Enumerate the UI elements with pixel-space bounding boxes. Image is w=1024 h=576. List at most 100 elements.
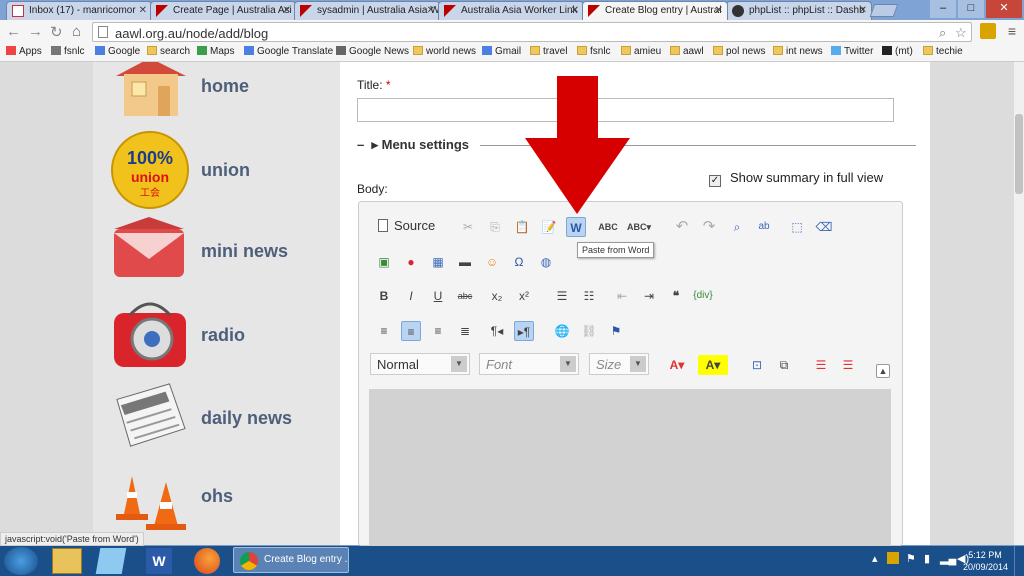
flash-icon[interactable]: ● bbox=[401, 252, 421, 272]
anchor-flag-icon[interactable]: ⚑ bbox=[606, 321, 626, 341]
spellcheck-icon[interactable]: ABC bbox=[598, 217, 618, 237]
bookmark-maps[interactable]: Maps bbox=[197, 46, 234, 57]
show-summary-checkbox[interactable]: ✓ Show summary in full view bbox=[709, 170, 883, 187]
undo-icon[interactable]: ↶ bbox=[672, 217, 692, 237]
justify-icon[interactable]: ≣ bbox=[455, 321, 475, 341]
file-explorer-icon[interactable] bbox=[52, 548, 82, 574]
bookmark-twitter[interactable]: Twitter bbox=[831, 46, 873, 57]
bookmark-google-news[interactable]: Google News bbox=[336, 46, 409, 57]
redo-icon[interactable]: ↷ bbox=[699, 217, 719, 237]
superscript-icon[interactable]: x² bbox=[514, 286, 534, 306]
bookmark-amieu[interactable]: amieu bbox=[621, 46, 661, 57]
word-icon[interactable]: W bbox=[146, 548, 172, 574]
tab-create-blog[interactable]: Create Blog entry | Austral ✕ bbox=[582, 1, 728, 20]
outdent-icon[interactable]: ⇤ bbox=[612, 286, 632, 306]
reload-icon[interactable]: ↻ bbox=[50, 23, 63, 41]
tab-aawl-home[interactable]: Australia Asia Worker Link ✕ bbox=[438, 1, 584, 20]
forward-icon[interactable]: → bbox=[28, 23, 43, 40]
blockquote-icon[interactable]: ❝ bbox=[666, 286, 686, 306]
eraser-icon[interactable]: ⌫ bbox=[814, 217, 834, 237]
checkbox[interactable]: ✓ bbox=[709, 175, 721, 187]
paste-icon[interactable]: 📋 bbox=[512, 217, 532, 237]
align-left-icon[interactable]: ≡ bbox=[374, 321, 394, 341]
bookmark-fsnlc[interactable]: fsnlc bbox=[51, 46, 85, 57]
bookmark-mt[interactable]: (mt) bbox=[882, 46, 913, 57]
close-icon[interactable]: ✕ bbox=[859, 5, 867, 16]
close-icon[interactable]: ✕ bbox=[139, 5, 147, 16]
back-icon[interactable]: ← bbox=[6, 23, 21, 40]
close-icon[interactable]: ✕ bbox=[283, 5, 291, 16]
bookmark-aawl[interactable]: aawl bbox=[670, 46, 704, 57]
paste-from-word-icon[interactable]: W bbox=[566, 217, 586, 237]
strikethrough-icon[interactable]: abc bbox=[455, 286, 475, 306]
collapse-toolbar-icon[interactable]: ▲ bbox=[876, 364, 890, 378]
scrollbar[interactable] bbox=[1013, 62, 1024, 545]
tab-create-page[interactable]: Create Page | Australia Asi ✕ bbox=[150, 1, 296, 20]
table-icon[interactable]: ▦ bbox=[428, 252, 448, 272]
sidebar-item-daily-news[interactable]: daily news bbox=[110, 380, 340, 450]
replace-icon[interactable]: ab bbox=[754, 217, 774, 237]
bookmark-gmail[interactable]: Gmail bbox=[482, 46, 521, 57]
bookmark-travel[interactable]: travel bbox=[530, 46, 567, 57]
bookmark-fsnlc-folder[interactable]: fsnlc bbox=[577, 46, 611, 57]
bookmark-techie[interactable]: techie bbox=[923, 46, 963, 57]
tab-phplist[interactable]: phpList :: phpList :: Dashb ✕ bbox=[726, 1, 872, 20]
close-icon[interactable]: ✕ bbox=[427, 5, 435, 16]
search-icon[interactable]: ⌕ bbox=[939, 25, 946, 41]
subscript-icon[interactable]: x₂ bbox=[487, 286, 507, 306]
unlink-icon[interactable]: ⛓ bbox=[579, 321, 599, 341]
align-right-icon[interactable]: ≡ bbox=[428, 321, 448, 341]
star-icon[interactable]: ☆ bbox=[955, 25, 967, 41]
cut-icon[interactable]: ✂ bbox=[458, 217, 478, 237]
smiley-icon[interactable]: ☺ bbox=[482, 252, 502, 272]
tray-flag-icon[interactable]: ▮ bbox=[924, 552, 930, 565]
text-direction-rtl-icon[interactable]: ¶◂ bbox=[487, 321, 507, 341]
tab-gmail[interactable]: Inbox (17) - manricomor ✕ bbox=[6, 1, 152, 20]
spellcheck-as-you-type-icon[interactable]: ABC▾ bbox=[627, 217, 651, 237]
scrollbar-thumb[interactable] bbox=[1015, 114, 1023, 194]
text-direction-ltr-icon[interactable]: ▸¶ bbox=[514, 321, 534, 341]
bookmark-google[interactable]: Google bbox=[95, 46, 140, 57]
sidebar-item-mini-news[interactable]: mini news bbox=[110, 215, 340, 285]
select-all-icon[interactable]: ⬚ bbox=[787, 217, 807, 237]
paste-text-icon[interactable]: 📝 bbox=[539, 217, 559, 237]
sidebar-item-union[interactable]: 100% union 工会 union bbox=[110, 130, 340, 209]
bookmark-world-news[interactable]: world news bbox=[413, 46, 476, 57]
sidebar-item-radio[interactable]: radio bbox=[110, 297, 340, 367]
show-blocks-icon[interactable]: ⧉ bbox=[774, 355, 794, 375]
find-icon[interactable]: ⌕ bbox=[727, 217, 747, 237]
url-text[interactable]: aawl.org.au/node/add/blog bbox=[115, 26, 268, 41]
clock[interactable]: 5:12 PM 20/09/2014 bbox=[963, 549, 1008, 573]
show-desktop-button[interactable] bbox=[1014, 546, 1024, 576]
numbered-list-icon[interactable]: ☰ bbox=[552, 286, 572, 306]
copy-icon[interactable]: ⎘ bbox=[485, 217, 505, 237]
bookmark-google-translate[interactable]: Google Translate bbox=[244, 46, 333, 57]
tray-network-icon[interactable]: ⚑ bbox=[906, 552, 916, 565]
editor-content-area[interactable] bbox=[369, 389, 891, 546]
new-tab-button[interactable] bbox=[869, 4, 899, 17]
bulleted-list-icon[interactable]: ☷ bbox=[579, 286, 599, 306]
bookmark-search[interactable]: search bbox=[147, 46, 190, 57]
start-button[interactable] bbox=[4, 547, 38, 575]
collapse-toggle[interactable]: – bbox=[357, 137, 364, 152]
tray-app-icon[interactable] bbox=[887, 552, 899, 564]
align-center-icon[interactable]: ≡ bbox=[401, 321, 421, 341]
horizontal-rule-icon[interactable]: ▬ bbox=[455, 252, 475, 272]
background-color-icon[interactable]: A▾ bbox=[698, 355, 728, 375]
maximize-icon[interactable]: ⊡ bbox=[747, 355, 767, 375]
font-select[interactable]: Font ▼ bbox=[479, 353, 579, 375]
sidebar-item-home[interactable]: home bbox=[110, 62, 340, 132]
address-bar[interactable]: aawl.org.au/node/add/blog ⌕ ☆ bbox=[92, 22, 972, 42]
page-break-icon[interactable]: ☰ bbox=[811, 355, 831, 375]
extension-icon[interactable] bbox=[980, 23, 996, 39]
special-character-icon[interactable]: Ω bbox=[509, 252, 529, 272]
close-icon[interactable]: ✕ bbox=[571, 5, 579, 16]
notepad-icon[interactable] bbox=[95, 548, 127, 574]
bold-icon[interactable]: B bbox=[374, 286, 394, 306]
teaser-break-icon[interactable]: ☰ bbox=[838, 355, 858, 375]
firefox-icon[interactable] bbox=[194, 548, 220, 574]
italic-icon[interactable]: I bbox=[401, 286, 421, 306]
div-container-icon[interactable]: {div} bbox=[693, 286, 713, 306]
text-color-icon[interactable]: A▾ bbox=[662, 355, 692, 375]
sidebar-item-ohs[interactable]: ohs bbox=[110, 462, 340, 532]
